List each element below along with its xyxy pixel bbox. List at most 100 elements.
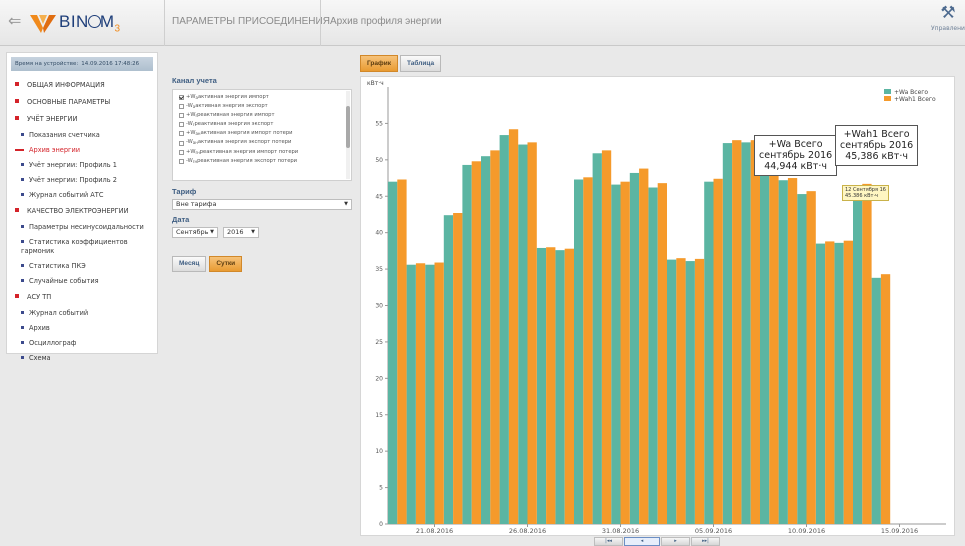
channel-checkbox[interactable] [179, 95, 184, 101]
bar-wa[interactable] [722, 143, 733, 524]
bar-wah1[interactable] [620, 181, 630, 524]
bar-wah1[interactable] [397, 179, 407, 524]
bar-wah1[interactable] [862, 183, 872, 524]
day-period-button[interactable]: Сутки [209, 256, 243, 272]
bar-wah1[interactable] [843, 240, 853, 524]
bar-wa[interactable] [871, 277, 881, 524]
bar-wa[interactable] [853, 194, 863, 524]
bar-wa[interactable] [406, 264, 416, 524]
binom3-logo[interactable]: BIN M3 [30, 8, 121, 38]
bar-wah1[interactable] [527, 142, 537, 524]
bar-wa[interactable] [815, 243, 826, 524]
bar-wa[interactable] [648, 187, 658, 524]
channel-checkbox[interactable] [179, 122, 184, 128]
sidebar-item[interactable]: Журнал событий АТС [7, 188, 157, 203]
year-select[interactable]: 2016 ▼ [223, 227, 259, 238]
sidebar-section[interactable]: ОБЩАЯ ИНФОРМАЦИЯ [7, 77, 157, 94]
breadcrumb-connection-params[interactable]: ПАРАМЕТРЫ ПРИСОЕДИНЕНИЯ [172, 16, 330, 27]
sidebar-item[interactable]: Учёт энергии: Профиль 2 [7, 173, 157, 188]
channel-checkbox[interactable] [179, 158, 184, 164]
bar-wa[interactable] [629, 172, 640, 524]
sidebar-item[interactable]: Случайные события [7, 274, 157, 289]
channel-checkbox[interactable] [179, 104, 184, 110]
bar-wa[interactable] [685, 261, 695, 524]
bar-wah1[interactable] [583, 177, 593, 524]
bar-wah1[interactable] [825, 241, 835, 524]
bar-wa[interactable] [481, 156, 491, 525]
sidebar-item[interactable]: Осциллограф [7, 336, 157, 351]
sidebar-item[interactable]: Архив энергии [7, 143, 157, 158]
bar-wah1[interactable] [787, 178, 798, 524]
bar-wa[interactable] [667, 259, 677, 524]
sidebar-item[interactable]: Журнал событий [7, 306, 157, 321]
channel-checkbox[interactable] [179, 140, 184, 146]
sidebar-item[interactable]: Параметры несинусоидальности [7, 220, 157, 235]
channel-option[interactable]: -W r реактивная энергия экспорт [179, 120, 345, 129]
bar-wah1[interactable] [713, 178, 723, 524]
bar-wah1[interactable] [471, 161, 481, 524]
channel-checkbox[interactable] [179, 113, 184, 119]
channel-option[interactable]: +W r реактивная энергия импорт [179, 111, 345, 120]
bar-wah1[interactable] [564, 248, 574, 524]
channel-option[interactable]: -W ан активная энергия экспорт потери [179, 138, 345, 147]
sidebar-section[interactable]: ОСНОВНЫЕ ПАРАМЕТРЫ [7, 94, 157, 111]
sidebar-section[interactable]: АСУ ТП [7, 289, 157, 306]
nav-first-button[interactable]: |◂◂ [594, 537, 623, 546]
bar-wah1[interactable] [769, 143, 779, 524]
bar-wa[interactable] [555, 250, 565, 524]
back-arrow-icon[interactable]: ⇐ [8, 11, 21, 30]
sidebar-section[interactable]: КАЧЕСТВО ЭЛЕКТРОЭНЕРГИИ [7, 203, 157, 220]
bar-wa[interactable] [518, 144, 528, 524]
channel-option[interactable]: +W ан активная энергия импорт потери [179, 129, 345, 138]
bar-wah1[interactable] [415, 263, 426, 524]
sidebar-item[interactable]: Показания счетчика [7, 128, 157, 143]
bar-wa[interactable] [797, 194, 807, 524]
bar-wah1[interactable] [434, 262, 444, 524]
manage-button[interactable]: ⚒ Управление [931, 0, 965, 46]
nav-last-button[interactable]: ▸▸| [691, 537, 720, 546]
bar-wah1[interactable] [639, 168, 649, 524]
bar-wah1[interactable] [880, 274, 891, 524]
bar-wa[interactable] [778, 180, 788, 524]
bar-wa[interactable] [611, 184, 621, 524]
bar-wa[interactable] [592, 153, 602, 525]
bar-wah1[interactable] [546, 247, 556, 524]
bar-wa[interactable] [834, 242, 844, 524]
bar-wa[interactable] [704, 181, 714, 524]
bar-wah1[interactable] [676, 258, 686, 524]
breadcrumb-energy-archive[interactable]: Архив профиля энергии [330, 16, 442, 27]
sidebar-item[interactable]: Статистика коэффициентов гармоник [7, 235, 157, 259]
channel-checkbox[interactable] [179, 131, 184, 137]
channel-scrollbar-thumb[interactable] [346, 106, 350, 148]
bar-wah1[interactable] [601, 150, 612, 524]
bar-wa[interactable] [499, 135, 509, 524]
bar-wa[interactable] [425, 264, 435, 524]
month-select[interactable]: Сентябрь ▼ [172, 227, 218, 238]
bar-wa[interactable] [741, 142, 751, 524]
channel-option[interactable]: +W a активная энергия импорт [179, 93, 345, 102]
sidebar-item[interactable]: Учёт энергии: Профиль 1 [7, 158, 157, 173]
channel-option[interactable]: -W a активная энергия экспорт [179, 102, 345, 111]
bar-wah1[interactable] [490, 150, 500, 524]
bar-wah1[interactable] [657, 183, 667, 524]
month-period-button[interactable]: Месяц [172, 256, 207, 272]
bar-wah1[interactable] [806, 191, 816, 524]
sidebar-item[interactable]: Схема [7, 351, 157, 366]
bar-wa[interactable] [574, 179, 584, 524]
bar-wa[interactable] [388, 181, 398, 524]
bar-wa[interactable] [536, 247, 547, 524]
bar-wah1[interactable] [508, 129, 519, 524]
sidebar-item[interactable]: Архив [7, 321, 157, 336]
channel-option[interactable]: +W rн реактивная энергия импорт потери [179, 148, 345, 157]
bar-wah1[interactable] [694, 258, 705, 524]
sidebar-item[interactable]: Статистика ПКЭ [7, 259, 157, 274]
tab-graph[interactable]: График [360, 55, 398, 72]
nav-prev-button[interactable]: ◂ [624, 537, 660, 546]
bar-wah1[interactable] [732, 140, 742, 524]
tab-table[interactable]: Таблица [399, 55, 442, 72]
tariff-select[interactable]: Вне тарифа ▼ [172, 199, 352, 210]
bar-wah1[interactable] [453, 213, 463, 525]
bar-wa[interactable] [462, 164, 472, 524]
sidebar-section[interactable]: УЧЁТ ЭНЕРГИИ [7, 111, 157, 128]
channel-checkbox[interactable] [179, 149, 184, 155]
